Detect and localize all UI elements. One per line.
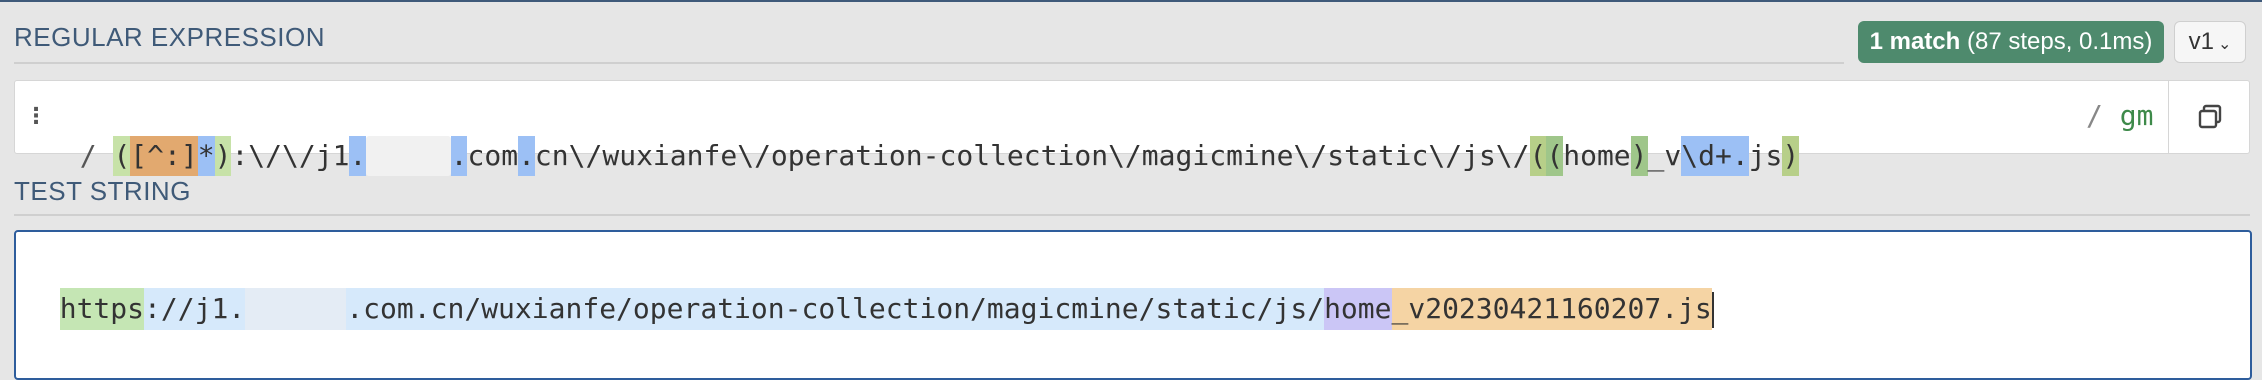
regex-section-title: REGULAR EXPRESSION xyxy=(14,22,325,52)
regex-token: ) xyxy=(214,136,232,176)
regex-token: home xyxy=(1563,139,1631,172)
match-group-1: https xyxy=(59,288,145,330)
regex-token: _v xyxy=(1647,139,1682,172)
match-count: 1 match xyxy=(1869,28,1961,55)
match-segment: ://j1. xyxy=(144,288,246,330)
regex-token: ) xyxy=(1782,136,1800,176)
test-section-divider xyxy=(14,214,2250,216)
regex-token: ( xyxy=(113,136,131,176)
regex-token: . xyxy=(349,136,367,176)
copy-divider xyxy=(2168,80,2169,154)
match-group-2: _v20230421160207.js xyxy=(1391,288,1712,330)
regex-flags-button[interactable]: / gm xyxy=(2086,96,2153,136)
match-segment: .com.cn/wuxianfe/operation-collection/ma… xyxy=(346,288,1325,330)
regex-token: ( xyxy=(1529,136,1547,176)
match-segment-redacted: xxxxxx xyxy=(245,288,347,330)
regex-token-redacted: xxxxx xyxy=(366,136,451,176)
regex-section-divider xyxy=(14,62,1844,64)
match-detail: (87 steps, 0.1ms) xyxy=(1960,28,2153,55)
chevron-down-icon: ⌄ xyxy=(2217,36,2232,53)
copy-button[interactable] xyxy=(2186,96,2234,138)
regex-token: [^:] xyxy=(130,136,198,176)
regex-token: ) xyxy=(1630,136,1648,176)
top-border xyxy=(0,0,2262,2)
regex-token: . xyxy=(518,136,535,176)
test-section-title: TEST STRING xyxy=(14,176,191,206)
regex-token: ( xyxy=(1546,136,1564,176)
copy-icon xyxy=(2198,104,2222,129)
match-info-badge: 1 match (87 steps, 0.1ms) xyxy=(1858,21,2164,63)
regex-open-delimiter: / xyxy=(79,139,97,172)
regex-close-delimiter: / xyxy=(2086,99,2120,132)
regex-pattern[interactable]: / ([^:]*):\/\/j1.xxxxx.com.cn\/wuxianfe\… xyxy=(46,96,1800,176)
regex-flags: gm xyxy=(2119,99,2154,132)
test-string-text[interactable]: https://j1.xxxxxx.com.cn/wuxianfe/operat… xyxy=(26,246,1714,330)
drag-handle-icon[interactable]: ⋮ xyxy=(25,104,47,132)
regex-token: . xyxy=(1731,136,1749,176)
regex-token: :\/\/j1 xyxy=(231,139,350,172)
regex-token: com xyxy=(467,139,519,172)
regex-token: . xyxy=(450,136,468,176)
version-label: v1 xyxy=(2188,28,2214,55)
match-group-3: home xyxy=(1324,288,1392,330)
regex-token: * xyxy=(197,136,215,176)
regex-token: js xyxy=(1748,139,1783,172)
regex-token: cn\/wuxianfe\/operation-collection\/magi… xyxy=(534,139,1530,172)
text-cursor xyxy=(1711,292,1714,328)
version-dropdown[interactable]: v1 ⌄ xyxy=(2174,21,2246,63)
regex-token: \d+ xyxy=(1681,136,1732,176)
